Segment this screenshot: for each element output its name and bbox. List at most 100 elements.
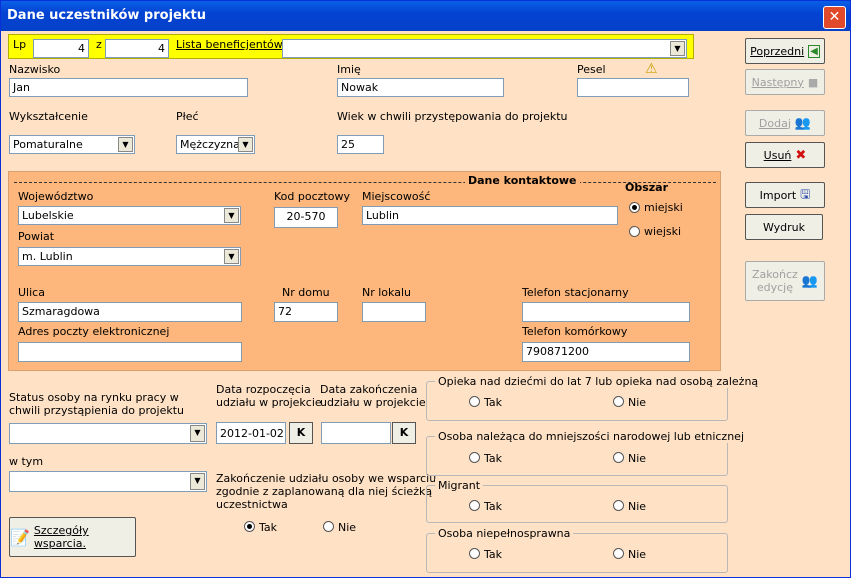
chevron-down-icon[interactable]: ▼ bbox=[190, 425, 205, 442]
opieka-nie-radio[interactable] bbox=[613, 396, 624, 407]
beneficiary-list-select[interactable]: ▼ bbox=[282, 39, 687, 58]
zakoncz-label-2: edycję bbox=[756, 281, 793, 294]
data-rozp-label-1: Data rozpoczęcia bbox=[216, 383, 311, 396]
imie-label: Imię bbox=[337, 63, 361, 76]
app-window: Dane uczestników projektu ✕ Lp 4 z 4 Lis… bbox=[0, 0, 851, 578]
obszar-wiejski-radio[interactable] bbox=[629, 226, 640, 237]
nr-lokalu-field[interactable] bbox=[362, 302, 426, 322]
data-zak-label-2: udziału w projekcie bbox=[320, 396, 426, 409]
dodaj-label: Dodaj bbox=[758, 116, 791, 130]
obszar-label: Obszar bbox=[625, 181, 669, 194]
delete-user-icon: ✖ bbox=[795, 147, 807, 163]
zak-label-2: zgodnie z zaplanowaną dla niej ścieżką bbox=[216, 485, 433, 498]
nr-lokalu-label: Nr lokalu bbox=[362, 286, 411, 299]
wyksztalcenie-label: Wykształcenie bbox=[9, 110, 88, 123]
import-disk-icon: 🖫 bbox=[800, 186, 811, 201]
niepelnosprawna-tak-radio[interactable] bbox=[469, 548, 480, 559]
chevron-down-icon[interactable]: ▼ bbox=[224, 249, 239, 264]
zakoncz-label-1: Zakończ bbox=[752, 268, 798, 281]
data-zak-calendar-button[interactable]: K bbox=[392, 422, 416, 444]
tel-stac-label: Telefon stacjonarny bbox=[522, 286, 629, 299]
data-zak-field[interactable] bbox=[321, 422, 391, 444]
plec-value: Mężczyzna bbox=[180, 138, 240, 151]
data-rozp-field[interactable]: 2012-01-02 bbox=[216, 422, 286, 444]
lp-label: Lp bbox=[13, 38, 27, 51]
document-edit-icon: 📝 bbox=[10, 527, 30, 547]
lista-label: Lista beneficjentów bbox=[176, 38, 283, 51]
mniejszosc-tak-radio[interactable] bbox=[469, 452, 480, 463]
usun-button[interactable]: Usuń ✖ bbox=[745, 142, 825, 168]
niepelnosprawna-nie-radio[interactable] bbox=[613, 548, 624, 559]
wojewodztwo-select[interactable]: Lubelskie ▼ bbox=[18, 206, 241, 225]
zak-tak-radio[interactable] bbox=[244, 521, 255, 532]
wydruk-button[interactable]: Wydruk bbox=[745, 214, 823, 240]
plec-label: Płeć bbox=[176, 110, 199, 123]
contact-title: Dane kontaktowe bbox=[465, 174, 580, 187]
data-rozp-calendar-button[interactable]: K bbox=[289, 422, 313, 444]
wiek-label: Wiek w chwili przystępowania do projektu bbox=[337, 110, 568, 123]
total-field[interactable]: 4 bbox=[105, 39, 169, 58]
lp-field[interactable]: 4 bbox=[33, 39, 89, 58]
tel-kom-field[interactable]: 790871200 bbox=[522, 342, 690, 362]
ulica-field[interactable]: Szmaragdowa bbox=[18, 302, 242, 322]
import-button[interactable]: Import 🖫 bbox=[745, 182, 825, 208]
wyksztalcenie-value: Pomaturalne bbox=[13, 138, 83, 151]
arrow-right-icon: ■ bbox=[807, 75, 819, 89]
tel-kom-label: Telefon komórkowy bbox=[522, 325, 628, 338]
nazwisko-label: Nazwisko bbox=[9, 63, 61, 76]
wydruk-label: Wydruk bbox=[762, 220, 806, 234]
zak-tak-label: Tak bbox=[259, 521, 278, 534]
zakoncz-edycje-button[interactable]: Zakończ edycję 👥 bbox=[745, 261, 825, 301]
obszar-miejski-radio[interactable] bbox=[629, 202, 640, 213]
status-label-2: chwili przystąpienia do projektu bbox=[9, 404, 185, 417]
plec-select[interactable]: Mężczyzna ▼ bbox=[176, 135, 255, 154]
szczegoly-wsparcia-button[interactable]: 📝 Szczegóły wsparcia. bbox=[9, 517, 136, 557]
powiat-value: m. Lublin bbox=[22, 250, 73, 263]
powiat-select[interactable]: m. Lublin ▼ bbox=[18, 247, 241, 266]
mniejszosc-title: Osoba należąca do mniejszości narodowej … bbox=[435, 430, 748, 443]
close-button[interactable]: ✕ bbox=[823, 6, 846, 29]
data-rozp-label-2: udziału w projekcie bbox=[216, 396, 322, 409]
mniejszosc-nie-radio[interactable] bbox=[613, 452, 624, 463]
kod-label: Kod pocztowy bbox=[274, 190, 350, 203]
nastepny-label: Następny bbox=[751, 75, 804, 89]
tel-stac-field[interactable] bbox=[522, 302, 690, 322]
w-tym-label: w tym bbox=[9, 455, 44, 468]
nr-domu-field[interactable]: 72 bbox=[274, 302, 338, 322]
chevron-down-icon[interactable]: ▼ bbox=[190, 473, 205, 490]
niepelnosprawna-tak-label: Tak bbox=[484, 548, 503, 561]
window-title: Dane uczestników projektu bbox=[7, 8, 206, 23]
calendar-icon: K bbox=[399, 426, 409, 439]
w-tym-select[interactable]: ▼ bbox=[9, 471, 207, 492]
zak-nie-label: Nie bbox=[338, 521, 357, 534]
pesel-field[interactable] bbox=[577, 78, 689, 97]
miejscowosc-label: Miejscowość bbox=[362, 190, 431, 203]
chevron-down-icon[interactable]: ▼ bbox=[238, 137, 253, 152]
wiek-field[interactable]: 25 bbox=[337, 135, 384, 154]
opieka-nie-label: Nie bbox=[628, 396, 647, 409]
zak-nie-radio[interactable] bbox=[323, 521, 334, 532]
migrant-nie-radio[interactable] bbox=[613, 500, 624, 511]
kod-field[interactable]: 20-570 bbox=[274, 207, 338, 228]
wyksztalcenie-select[interactable]: Pomaturalne ▼ bbox=[9, 135, 135, 154]
migrant-tak-label: Tak bbox=[484, 500, 503, 513]
chevron-down-icon[interactable]: ▼ bbox=[224, 208, 239, 223]
nazwisko-field[interactable]: Jan bbox=[9, 78, 248, 97]
status-select[interactable]: ▼ bbox=[9, 423, 207, 444]
chevron-down-icon[interactable]: ▼ bbox=[670, 41, 685, 56]
miejscowosc-field[interactable]: Lublin bbox=[362, 206, 618, 225]
poprzedni-button[interactable]: Poprzedni ◀ bbox=[745, 38, 825, 64]
migrant-nie-label: Nie bbox=[628, 500, 647, 513]
users-icon: 👥 bbox=[801, 273, 818, 289]
arrow-left-icon: ◀ bbox=[808, 44, 820, 58]
migrant-tak-radio[interactable] bbox=[469, 500, 480, 511]
imie-field[interactable]: Nowak bbox=[337, 78, 504, 97]
powiat-label: Powiat bbox=[18, 230, 55, 243]
nastepny-button[interactable]: Następny ■ bbox=[745, 69, 825, 95]
title-bar: Dane uczestników projektu ✕ bbox=[1, 1, 850, 31]
z-label: z bbox=[96, 38, 102, 51]
email-field[interactable] bbox=[18, 342, 242, 362]
dodaj-button[interactable]: Dodaj 👥 bbox=[745, 110, 825, 136]
opieka-tak-radio[interactable] bbox=[469, 396, 480, 407]
chevron-down-icon[interactable]: ▼ bbox=[118, 137, 133, 152]
